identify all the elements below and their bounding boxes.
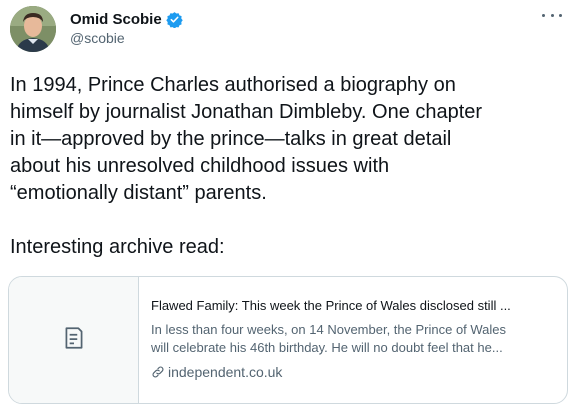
tweet-text: In 1994, Prince Charles authorised a bio… <box>10 74 483 204</box>
card-domain-text: independent.co.uk <box>168 364 283 380</box>
card-body: Flawed Family: This week the Prince of W… <box>139 277 567 403</box>
card-domain: independent.co.uk <box>151 363 555 381</box>
handle[interactable]: @scobie <box>70 30 125 46</box>
verified-badge-icon <box>165 11 183 28</box>
display-name[interactable]: Omid Scobie <box>70 11 162 28</box>
card-thumbnail <box>9 277 139 403</box>
link-preview-card[interactable]: Flawed Family: This week the Prince of W… <box>8 276 568 404</box>
card-description: In less than four weeks, on 14 November,… <box>151 321 555 357</box>
document-icon <box>61 325 87 356</box>
card-description-line: will celebrate his 46th birthday. He wil… <box>151 340 503 355</box>
tweet-text-secondary: Interesting archive read: <box>10 236 225 258</box>
more-options-icon[interactable] <box>542 10 562 20</box>
link-icon <box>151 365 165 379</box>
avatar[interactable] <box>10 6 56 52</box>
card-title: Flawed Family: This week the Prince of W… <box>151 298 511 313</box>
author-name-row[interactable]: Omid Scobie <box>70 9 183 29</box>
card-description-line: In less than four weeks, on 14 November,… <box>151 322 507 337</box>
tweet: Omid Scobie @scobie In 1994, Prince Char… <box>0 0 580 414</box>
